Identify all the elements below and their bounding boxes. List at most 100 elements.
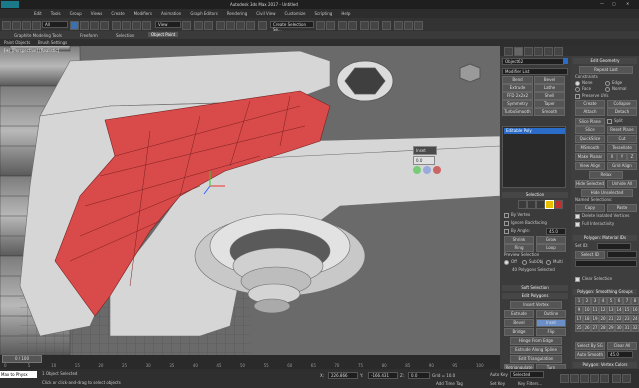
go-to-end-icon[interactable] (600, 374, 609, 383)
insert-vertex-button[interactable]: Insert Vertex (510, 301, 562, 309)
clear-all-button[interactable]: Clear All (607, 342, 637, 350)
hide-unselected-button[interactable]: Hide Unselected (581, 189, 633, 197)
window-crossing-icon[interactable] (100, 21, 109, 30)
preview-subobj-radio[interactable]: SubObj (522, 259, 543, 265)
material-editor-icon[interactable] (382, 21, 391, 30)
close-icon[interactable]: ✕ (626, 1, 629, 6)
vertex-colors-header[interactable]: Polygon: Vertex Colors (573, 362, 637, 368)
viewport-label[interactable]: [+] [Perspective] [Realistic] (4, 48, 59, 53)
menu-item-modifiers[interactable]: Modifiers (134, 11, 152, 16)
selection-filter-dropdown[interactable]: All (42, 21, 68, 28)
element-mode-icon[interactable] (554, 200, 563, 209)
menu-item-help[interactable]: Help (341, 11, 350, 16)
align-icon[interactable] (326, 21, 335, 30)
ring-button[interactable]: Ring (504, 244, 534, 252)
modifier-button-smooth[interactable]: Smooth (534, 108, 565, 116)
constraint-edge-radio[interactable]: Edge (605, 80, 622, 86)
menu-item-group[interactable]: Group (70, 11, 82, 16)
smoothing-group-button[interactable]: 6 (615, 297, 623, 305)
motion-tab-icon[interactable] (534, 47, 543, 56)
rendered-frame-icon[interactable] (404, 21, 413, 30)
maximize-icon[interactable]: ▢ (612, 1, 616, 6)
smoothing-group-button[interactable]: 2 (583, 297, 591, 305)
delete-isolated-checkbox[interactable]: Delete Isolated Vertices (575, 213, 629, 219)
constraint-normal-radio[interactable]: Normal (605, 86, 626, 92)
go-to-start-icon[interactable] (560, 374, 569, 383)
full-interactivity-checkbox[interactable]: Full Interactivity (575, 221, 614, 227)
preserve-uvs-checkbox[interactable]: Preserve UVs (575, 93, 608, 99)
tab-freeform[interactable]: Freeform (80, 33, 98, 38)
vertex-mode-icon[interactable] (518, 200, 527, 209)
preview-multi-radio[interactable]: Multi (546, 259, 563, 265)
by-angle-checkbox[interactable]: By Angle: (504, 228, 530, 234)
time-slider-track[interactable]: 0 / 100 0 5 10 15 20 25 30 35 40 45 50 55 60 65 70 75 80… (0, 355, 500, 369)
attach-button[interactable]: Attach (575, 108, 605, 116)
render-setup-icon[interactable] (394, 21, 403, 30)
bevel-button[interactable]: Bevel (504, 319, 534, 327)
smoothing-group-button[interactable]: 15 (623, 306, 631, 314)
menu-item-rendering[interactable]: Rendering (227, 11, 247, 16)
perspective-viewport[interactable]: [+] [Perspective] [Realistic] Inset 0.0 (0, 46, 500, 355)
smoothing-group-button[interactable]: 9 (575, 306, 583, 314)
border-mode-icon[interactable] (536, 200, 545, 209)
scale-icon[interactable] (132, 21, 141, 30)
create-button[interactable]: Create (575, 100, 605, 108)
layer-explorer-icon[interactable] (348, 21, 357, 30)
loop-button[interactable]: Loop (536, 244, 566, 252)
display-tab-icon[interactable] (544, 47, 553, 56)
smoothing-group-button[interactable]: 11 (591, 306, 599, 314)
schematic-view-icon[interactable] (370, 21, 379, 30)
flip-button[interactable]: Flip (536, 328, 566, 336)
z-coordinate-field[interactable]: 0.0 (408, 372, 430, 379)
auto-key-button[interactable]: Auto Key (490, 372, 508, 377)
rotate-icon[interactable] (122, 21, 131, 30)
minimize-icon[interactable]: — (600, 1, 604, 6)
smoothing-group-button[interactable]: 12 (599, 306, 607, 314)
smoothing-group-button[interactable]: 4 (599, 297, 607, 305)
zoom-extents-icon[interactable] (612, 374, 621, 383)
smoothing-group-button[interactable]: 13 (607, 306, 615, 314)
inset-button[interactable]: Inset (536, 319, 566, 327)
tab-selection[interactable]: Selection (116, 33, 134, 38)
y-coordinate-field[interactable]: -166.431 (368, 372, 398, 379)
smoothing-group-button[interactable]: 8 (631, 297, 639, 305)
reference-coordinate-dropdown[interactable]: View (155, 21, 181, 28)
smoothing-group-button[interactable]: 1 (575, 297, 583, 305)
edge-mode-icon[interactable] (527, 200, 536, 209)
relax-button[interactable]: Relax (589, 171, 623, 179)
material-name-dropdown[interactable] (575, 260, 637, 267)
caddy-title[interactable]: Inset (413, 146, 437, 155)
modifier-button-lathe[interactable]: Lathe (534, 84, 565, 92)
modifier-button-bend[interactable]: Bend (502, 76, 533, 84)
soft-selection-rollout-header[interactable]: Soft Selection (502, 285, 568, 291)
smoothing-group-button[interactable]: 22 (615, 315, 623, 323)
material-ids-header[interactable]: Polygon: Material IDs (573, 235, 637, 241)
create-tab-icon[interactable] (504, 47, 513, 56)
modifier-button-extrude[interactable]: Extrude (502, 84, 533, 92)
select-id-field[interactable] (607, 251, 637, 258)
smoothing-group-button[interactable]: 19 (591, 315, 599, 323)
mirror-icon[interactable] (316, 21, 325, 30)
make-planar-button[interactable]: Make Planar (575, 153, 605, 161)
smoothing-group-button[interactable]: 21 (607, 315, 615, 323)
planar-x-button[interactable]: X (607, 153, 617, 161)
smoothing-group-button[interactable]: 32 (631, 324, 639, 332)
smoothing-group-button[interactable]: 25 (575, 324, 583, 332)
grow-button[interactable]: Grow (536, 236, 566, 244)
smoothing-group-button[interactable]: 18 (583, 315, 591, 323)
key-mode-dropdown[interactable]: Selected (510, 371, 544, 378)
quickslice-button[interactable]: QuickSlice (575, 135, 605, 143)
redo-icon[interactable] (12, 21, 21, 30)
by-angle-value[interactable]: 45.0 (546, 228, 566, 235)
view-align-button[interactable]: View Align (575, 162, 605, 170)
edit-triangulation-button[interactable]: Edit Triangulation (510, 355, 562, 363)
utilities-tab-icon[interactable] (554, 47, 563, 56)
smoothing-group-button[interactable]: 23 (623, 315, 631, 323)
pivot-center-icon[interactable] (182, 21, 191, 30)
modifier-button-bevel[interactable]: Bevel (534, 76, 565, 84)
next-frame-icon[interactable] (590, 374, 599, 383)
unlink-icon[interactable] (32, 21, 41, 30)
caddy-value-field[interactable]: 0.0 (413, 156, 435, 165)
hinge-from-edge-button[interactable]: Hinge From Edge (510, 337, 562, 345)
percent-snap-icon[interactable] (236, 21, 245, 30)
